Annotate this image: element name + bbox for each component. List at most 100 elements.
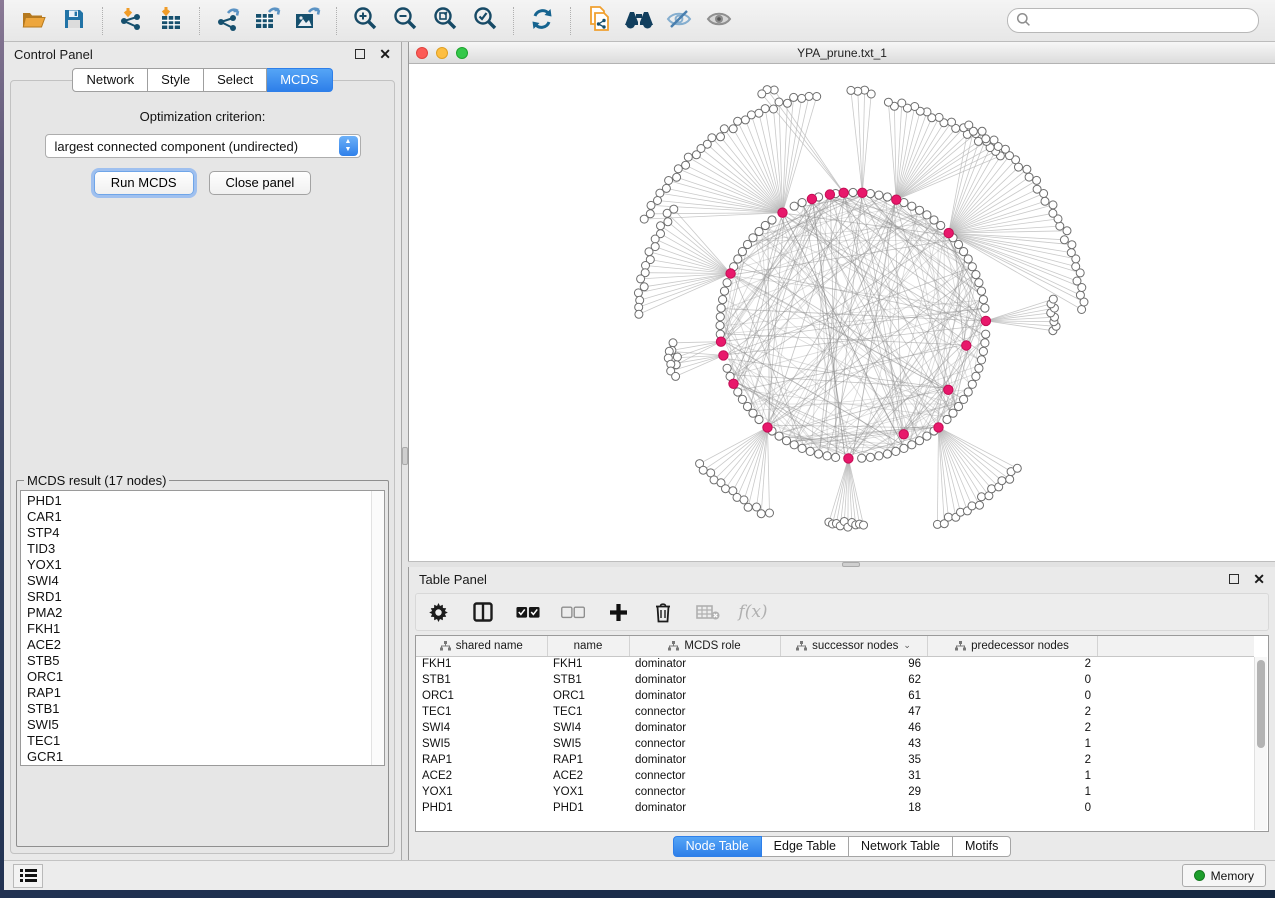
export-image-button[interactable]	[291, 5, 325, 37]
search-input[interactable]	[1031, 14, 1250, 28]
column-header-shared-name[interactable]: shared name	[416, 636, 547, 656]
import-table-button[interactable]	[154, 5, 188, 37]
table-cell[interactable]: PHD1	[547, 800, 629, 816]
table-cell[interactable]: 2	[927, 720, 1097, 736]
table-options-button[interactable]	[426, 600, 450, 624]
mcds-node-item[interactable]: YOX1	[27, 557, 384, 573]
table-cell[interactable]: 0	[927, 672, 1097, 688]
show-column-button[interactable]	[471, 600, 495, 624]
close-window-icon[interactable]	[416, 47, 428, 59]
tab-mcds[interactable]: MCDS	[267, 68, 332, 92]
table-cell[interactable]: dominator	[629, 672, 780, 688]
table-cell[interactable]: PHD1	[416, 800, 547, 816]
mcds-node-item[interactable]: STP4	[27, 525, 384, 541]
table-row[interactable]: YOX1YOX1connector291	[416, 784, 1254, 800]
show-all-button[interactable]	[702, 5, 736, 37]
table-cell[interactable]: 1	[927, 736, 1097, 752]
mcds-node-item[interactable]: ORC1	[27, 669, 384, 685]
table-cell[interactable]: YOX1	[416, 784, 547, 800]
tab-network-table[interactable]: Network Table	[849, 836, 953, 857]
network-titlebar[interactable]: YPA_prune.txt_1	[409, 42, 1275, 64]
mcds-node-item[interactable]: RAP1	[27, 685, 384, 701]
close-panel-button[interactable]: Close panel	[209, 171, 312, 195]
table-cell[interactable]: TEC1	[547, 704, 629, 720]
maximize-window-icon[interactable]	[456, 47, 468, 59]
table-cell[interactable]: 0	[927, 688, 1097, 704]
mcds-node-item[interactable]: SWI4	[27, 573, 384, 589]
tab-motifs[interactable]: Motifs	[953, 836, 1011, 857]
tab-style[interactable]: Style	[148, 68, 204, 92]
table-cell[interactable]: 43	[780, 736, 927, 752]
table-cell[interactable]: 62	[780, 672, 927, 688]
tab-edge-table[interactable]: Edge Table	[762, 836, 849, 857]
table-cell[interactable]: FKH1	[416, 656, 547, 672]
splitter-grip[interactable]	[842, 562, 860, 567]
function-builder-button[interactable]: f(x)	[741, 600, 765, 624]
table-cell[interactable]: STB1	[416, 672, 547, 688]
search-box[interactable]	[1007, 8, 1259, 33]
criterion-dropdown[interactable]: largest connected component (undirected)…	[45, 134, 361, 158]
table-cell[interactable]: 31	[780, 768, 927, 784]
column-header-predecessor-nodes[interactable]: predecessor nodes	[927, 636, 1097, 656]
table-cell[interactable]: 2	[927, 656, 1097, 672]
mcds-node-item[interactable]: SRD1	[27, 589, 384, 605]
mcds-node-item[interactable]: TID3	[27, 541, 384, 557]
table-cell[interactable]: SWI5	[416, 736, 547, 752]
table-cell[interactable]: 47	[780, 704, 927, 720]
table-cell[interactable]: YOX1	[547, 784, 629, 800]
table-cell[interactable]: connector	[629, 768, 780, 784]
import-network-button[interactable]	[114, 5, 148, 37]
table-cell[interactable]: FKH1	[547, 656, 629, 672]
table-cell[interactable]: SWI4	[416, 720, 547, 736]
mcds-node-item[interactable]: PHD1	[27, 493, 384, 509]
mcds-node-item[interactable]: TEC1	[27, 733, 384, 749]
table-row[interactable]: STB1STB1dominator620	[416, 672, 1254, 688]
table-row[interactable]: ACE2ACE2connector311	[416, 768, 1254, 784]
minimize-window-icon[interactable]	[436, 47, 448, 59]
table-cell[interactable]: ACE2	[547, 768, 629, 784]
select-all-button[interactable]	[516, 600, 540, 624]
column-header-successor-nodes[interactable]: successor nodes⌄	[780, 636, 927, 656]
open-file-button[interactable]	[17, 5, 51, 37]
network-canvas[interactable]	[409, 64, 1275, 561]
table-scrollbar[interactable]	[1254, 657, 1267, 830]
table-row[interactable]: ORC1ORC1dominator610	[416, 688, 1254, 704]
table-cell[interactable]: dominator	[629, 752, 780, 768]
table-cell[interactable]: ORC1	[416, 688, 547, 704]
zoom-fit-button[interactable]	[428, 5, 462, 37]
delete-table-button[interactable]	[696, 600, 720, 624]
mcds-node-item[interactable]: GCR1	[27, 749, 384, 765]
table-cell[interactable]: dominator	[629, 720, 780, 736]
save-session-button[interactable]	[57, 5, 91, 37]
export-table-button[interactable]	[251, 5, 285, 37]
copy-network-button[interactable]	[582, 5, 616, 37]
run-mcds-button[interactable]: Run MCDS	[94, 171, 194, 195]
vertical-splitter[interactable]	[401, 42, 408, 860]
table-cell[interactable]: 29	[780, 784, 927, 800]
mcds-node-item[interactable]: STB1	[27, 701, 384, 717]
close-panel-icon[interactable]: ✕	[1253, 572, 1265, 586]
table-cell[interactable]: RAP1	[416, 752, 547, 768]
scrollbar-thumb[interactable]	[1257, 660, 1265, 748]
table-cell[interactable]: connector	[629, 736, 780, 752]
mcds-node-item[interactable]: STB5	[27, 653, 384, 669]
column-header-MCDS-role[interactable]: MCDS role	[629, 636, 780, 656]
network-graph[interactable]	[409, 64, 1275, 561]
table-cell[interactable]: ACE2	[416, 768, 547, 784]
hide-selected-button[interactable]	[662, 5, 696, 37]
table-cell[interactable]: 96	[780, 656, 927, 672]
table-cell[interactable]: dominator	[629, 656, 780, 672]
table-cell[interactable]: 2	[927, 752, 1097, 768]
table-cell[interactable]: 61	[780, 688, 927, 704]
mcds-node-item[interactable]: ACE2	[27, 637, 384, 653]
table-cell[interactable]: 18	[780, 800, 927, 816]
table-cell[interactable]: dominator	[629, 688, 780, 704]
tab-select[interactable]: Select	[204, 68, 267, 92]
table-cell[interactable]: 46	[780, 720, 927, 736]
table-row[interactable]: TEC1TEC1connector472	[416, 704, 1254, 720]
table-cell[interactable]: TEC1	[416, 704, 547, 720]
table-cell[interactable]: STB1	[547, 672, 629, 688]
float-panel-icon[interactable]	[355, 49, 365, 59]
float-panel-icon[interactable]	[1229, 574, 1239, 584]
mcds-node-item[interactable]: CAR1	[27, 509, 384, 525]
